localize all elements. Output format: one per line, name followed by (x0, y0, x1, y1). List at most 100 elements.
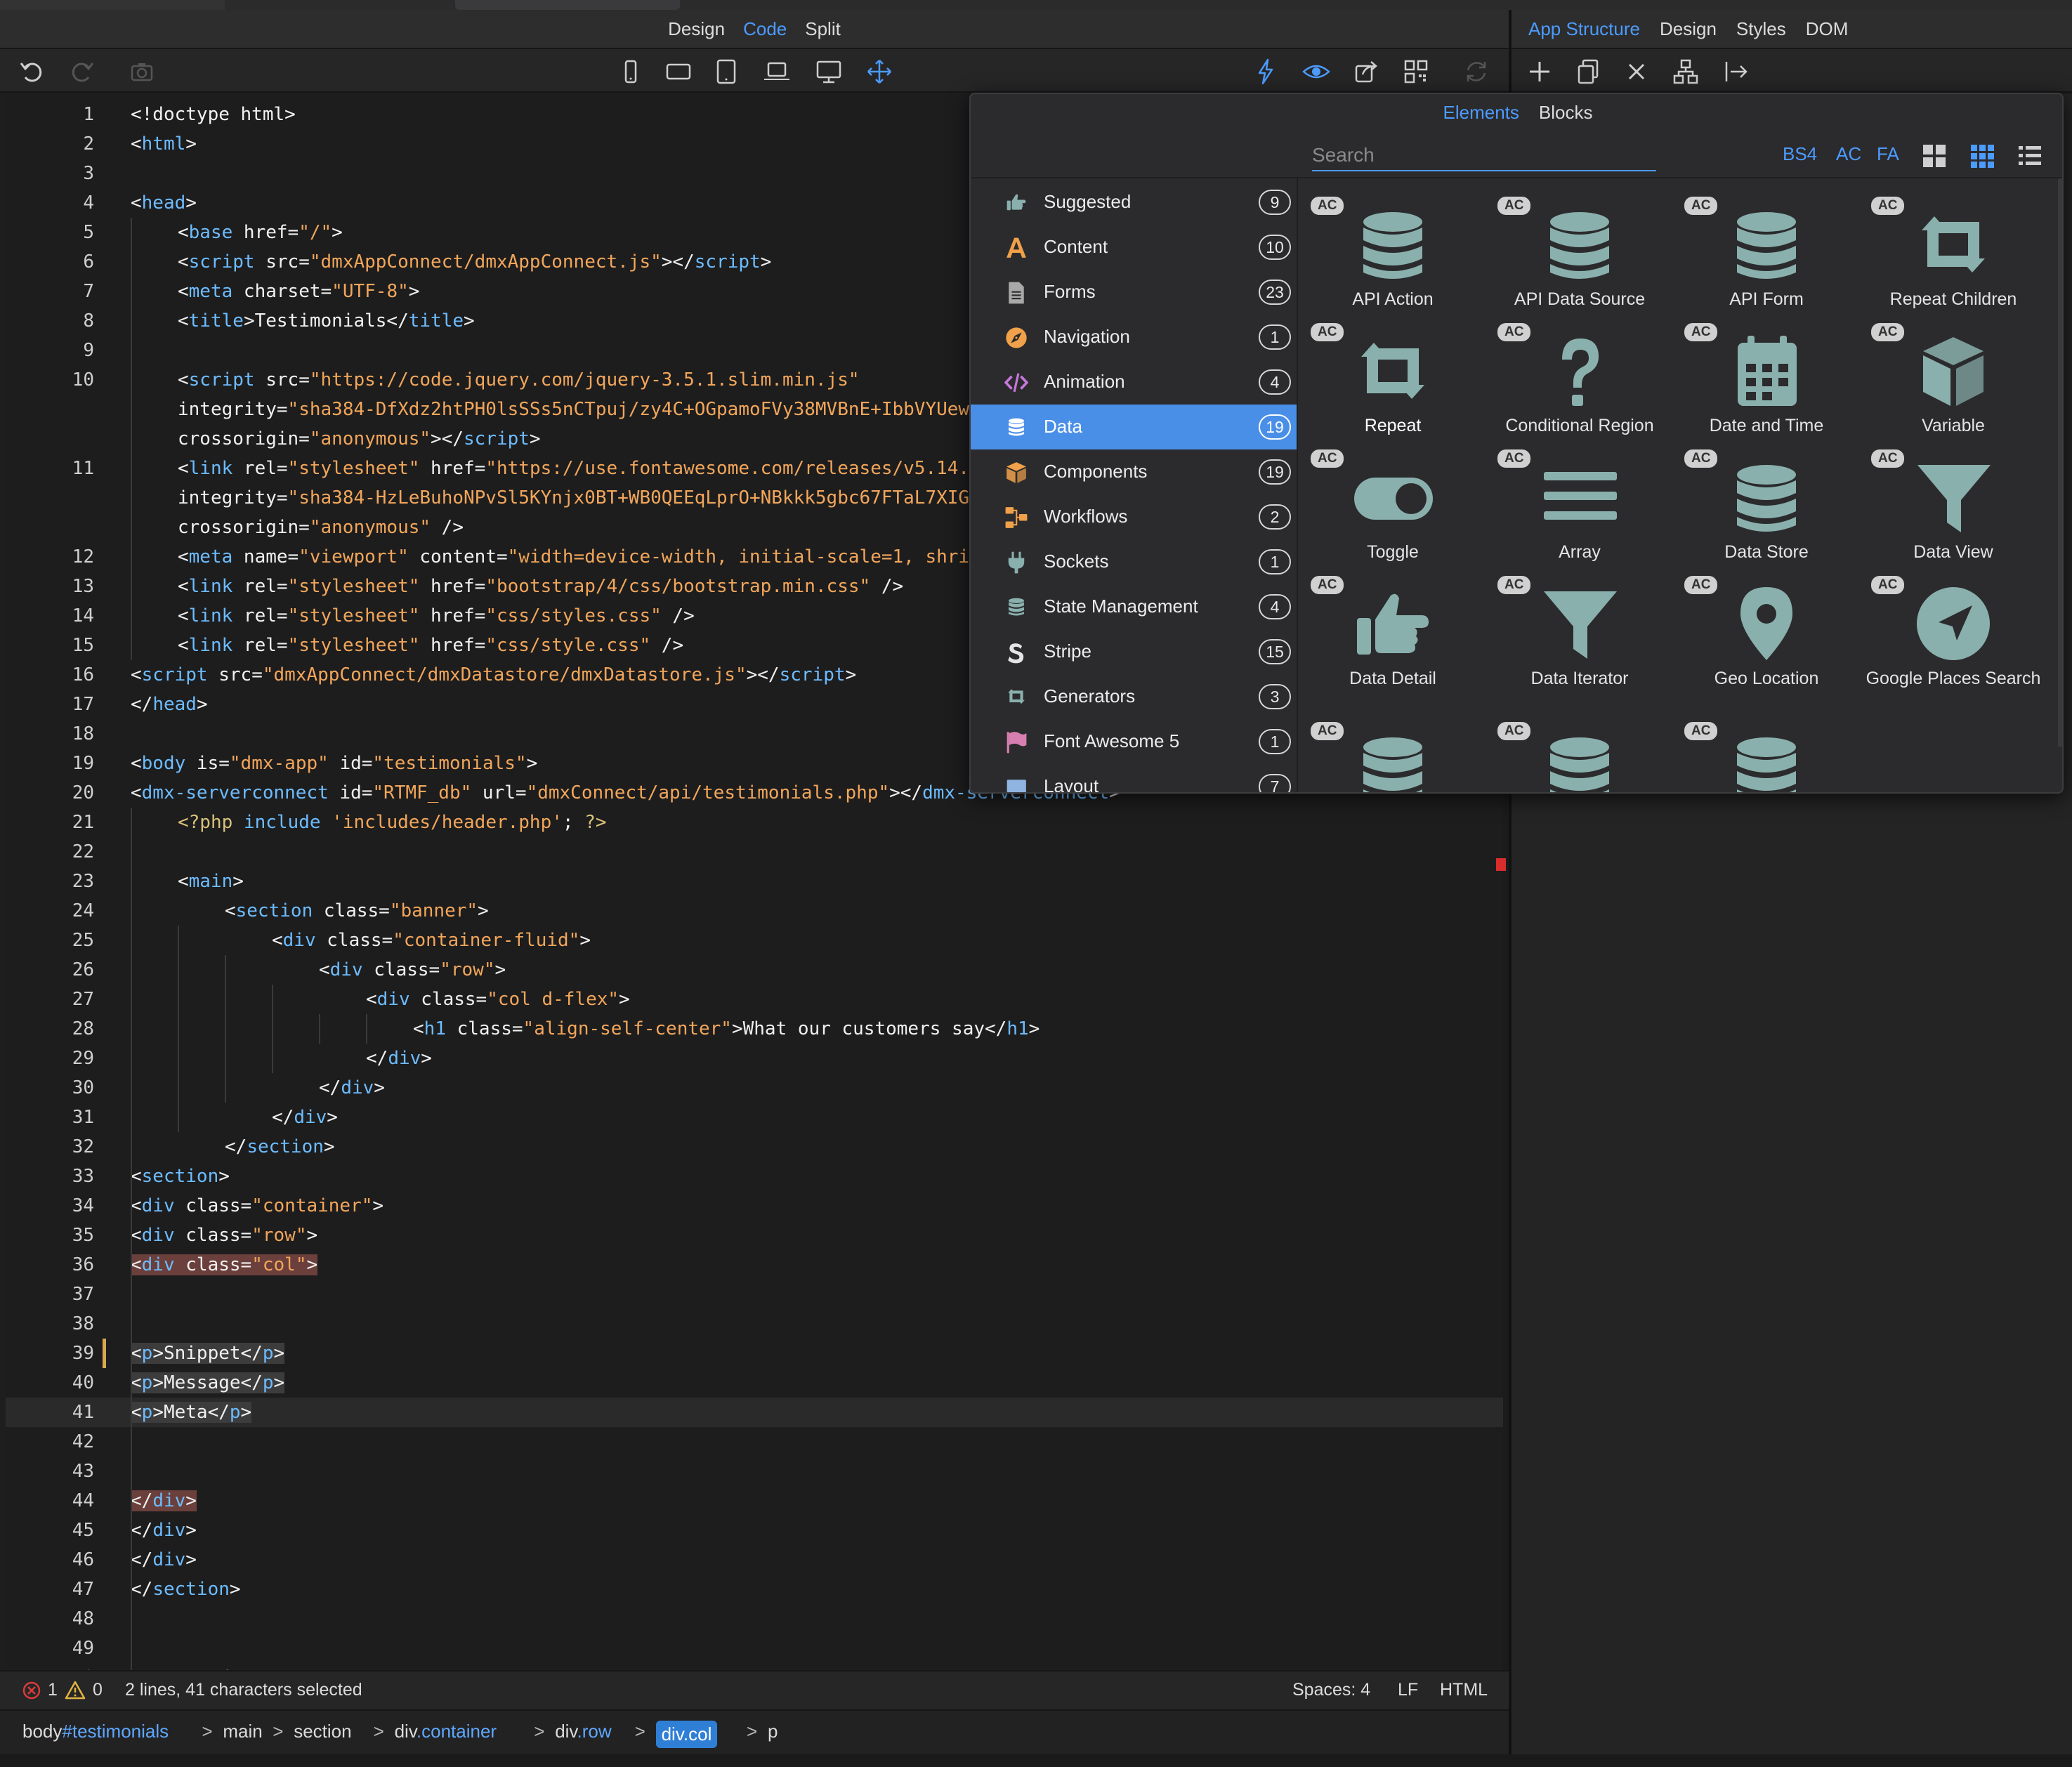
code-text[interactable]: <script src="https://code.jquery.com/jqu… (178, 365, 860, 395)
component-item[interactable]: AC Geo Location (1673, 567, 1860, 694)
line-number[interactable]: 19 (6, 749, 94, 778)
line-number[interactable]: 25 (6, 926, 94, 955)
line-number[interactable]: 28 (6, 1014, 94, 1044)
line-number[interactable]: 27 (6, 985, 94, 1014)
code-text[interactable]: </div> (131, 1545, 197, 1575)
code-line[interactable]: 43 (6, 1457, 1503, 1486)
code-line[interactable]: 26 <div class="row"> (6, 955, 1503, 985)
component-item[interactable]: AC Data Detail (1299, 567, 1486, 694)
line-number[interactable]: 17 (6, 690, 94, 719)
error-count[interactable]: 1 (48, 1680, 58, 1700)
warning-count[interactable]: 0 (93, 1680, 103, 1700)
code-line[interactable]: 28 <h1 class="align-self-center">What our… (6, 1014, 1503, 1044)
share-icon[interactable] (1351, 56, 1382, 87)
tab-design-panel[interactable]: Design (1660, 18, 1717, 40)
line-number[interactable]: 20 (6, 778, 94, 808)
code-text[interactable]: <script src="dmxAppConnect/dmxDatastore/… (131, 660, 856, 690)
code-text[interactable]: <div class="row"> (131, 1221, 317, 1250)
component-item[interactable]: AC (1673, 714, 1860, 792)
component-item[interactable]: AC Date and Time (1673, 315, 1860, 441)
code-text[interactable]: <div class="row"> (319, 955, 506, 985)
component-item[interactable]: AC Google Places Search (1860, 567, 2047, 694)
code-text[interactable]: crossorigin="anonymous"></script> (178, 424, 541, 454)
code-text[interactable]: </head> (131, 690, 208, 719)
filter-bs4[interactable]: BS4 (1783, 143, 1817, 165)
code-text[interactable]: integrity="sha384-HzLeBuhoNPvSl5KYnjx0BT… (178, 483, 1090, 513)
camera-icon[interactable] (126, 56, 157, 87)
component-item[interactable]: AC Data Store (1673, 441, 1860, 567)
component-item[interactable]: AC API Form (1673, 188, 1860, 315)
breadcrumb-item[interactable]: main (223, 1721, 262, 1742)
code-text[interactable]: <?php include 'includes/header.php'; ?> (178, 808, 607, 837)
component-item[interactable]: AC (1486, 714, 1673, 792)
breadcrumb-item[interactable]: section (294, 1721, 351, 1742)
category-item[interactable]: Components 19 (971, 449, 1297, 494)
code-text[interactable]: integrity="sha384-DfXdz2htPH0lsSSs5nCTpu… (178, 395, 1090, 424)
code-text[interactable]: </div> (131, 1486, 197, 1516)
popup-scrollbar[interactable] (2058, 178, 2062, 747)
code-text[interactable]: <p>Meta</p> (131, 1398, 252, 1427)
indent-setting[interactable]: Spaces: 4 (1292, 1680, 1370, 1700)
breadcrumb-item[interactable]: div.col (655, 1721, 718, 1748)
code-text[interactable]: <p>Snippet</p> (131, 1339, 285, 1368)
code-text[interactable]: <base href="/"> (178, 218, 343, 247)
code-line[interactable]: 34 <div class="container"> (6, 1191, 1503, 1221)
window-tab-active[interactable] (455, 0, 680, 10)
code-text[interactable]: <html> (131, 129, 197, 159)
line-number[interactable]: 39 (6, 1339, 94, 1368)
component-item[interactable]: AC (1299, 714, 1486, 792)
tablet-landscape-icon[interactable] (663, 56, 694, 87)
code-text[interactable]: <script src="dmxAppConnect/dmxAppConnect… (178, 247, 771, 277)
component-item[interactable]: AC Data View (1860, 441, 2047, 567)
component-item[interactable]: AC Repeat Children (1860, 188, 2047, 315)
line-number[interactable]: 26 (6, 955, 94, 985)
code-text[interactable]: <!doctype html> (131, 100, 296, 129)
line-number[interactable]: 18 (6, 719, 94, 749)
refresh-icon[interactable] (1461, 56, 1492, 87)
breadcrumb-item[interactable]: div.container (395, 1721, 497, 1742)
category-item[interactable]: Sockets 1 (971, 539, 1297, 584)
code-text[interactable]: </div> (272, 1103, 338, 1132)
code-line[interactable]: 33 <section> (6, 1162, 1503, 1191)
language-mode[interactable]: HTML (1440, 1680, 1488, 1700)
line-number[interactable]: 48 (6, 1604, 94, 1634)
line-number[interactable]: 43 (6, 1457, 94, 1486)
category-item[interactable]: Data 19 (971, 405, 1297, 449)
code-text[interactable]: <h1 class="align-self-center">What our c… (413, 1014, 1040, 1044)
component-item[interactable]: AC API Action (1299, 188, 1486, 315)
warning-icon[interactable] (65, 1680, 86, 1704)
code-text[interactable]: </div> (131, 1516, 197, 1545)
line-number[interactable]: 46 (6, 1545, 94, 1575)
line-number[interactable]: 31 (6, 1103, 94, 1132)
code-line[interactable]: 23 <main> (6, 867, 1503, 896)
line-number[interactable]: 33 (6, 1162, 94, 1191)
category-item[interactable]: Stripe 15 (971, 629, 1297, 674)
hierarchy-icon[interactable] (1670, 56, 1701, 87)
line-number[interactable]: 29 (6, 1044, 94, 1073)
code-text[interactable]: <title>Testimonials</title> (178, 306, 475, 336)
export-icon[interactable] (1721, 56, 1752, 87)
line-number[interactable]: 12 (6, 542, 94, 572)
code-text[interactable]: <div class="col"> (131, 1250, 318, 1280)
line-number[interactable]: 23 (6, 867, 94, 896)
component-item[interactable]: AC Repeat (1299, 315, 1486, 441)
category-item[interactable]: Content 10 (971, 225, 1297, 270)
code-line[interactable]: 27 <div class="col d-flex"> (6, 985, 1503, 1014)
move-icon[interactable] (864, 56, 895, 87)
line-number[interactable]: 10 (6, 365, 94, 395)
grid-small-icon[interactable] (1968, 142, 1996, 170)
code-line[interactable]: 45 </div> (6, 1516, 1503, 1545)
filter-ac[interactable]: AC (1836, 143, 1861, 165)
line-number[interactable]: 45 (6, 1516, 94, 1545)
eye-icon[interactable] (1301, 56, 1332, 87)
code-text[interactable]: <head> (131, 188, 197, 218)
lightning-icon[interactable] (1250, 56, 1281, 87)
line-number[interactable]: 8 (6, 306, 94, 336)
tab-elements[interactable]: Elements (1443, 102, 1519, 124)
filter-fa[interactable]: FA (1877, 143, 1899, 165)
category-item[interactable]: Navigation 1 (971, 315, 1297, 360)
category-item[interactable]: Generators 3 (971, 674, 1297, 719)
category-item[interactable]: Layout 7 (971, 764, 1297, 792)
line-number[interactable]: 35 (6, 1221, 94, 1250)
line-number[interactable]: 9 (6, 336, 94, 365)
